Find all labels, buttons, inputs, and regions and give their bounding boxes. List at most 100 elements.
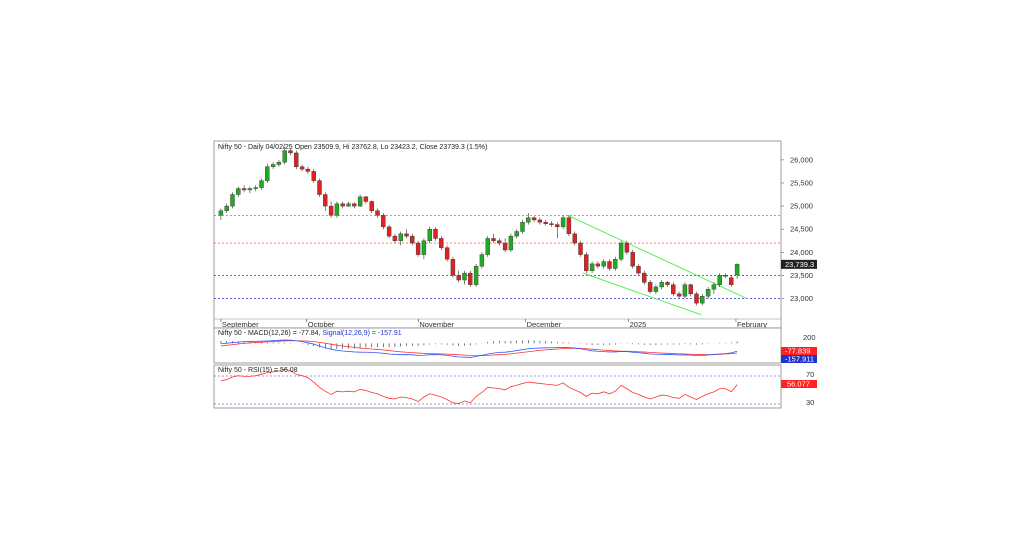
- candle-body: [427, 228, 432, 241]
- candle-body: [502, 242, 508, 251]
- candle-body: [723, 275, 728, 277]
- rsi-ytick-30: 30: [806, 398, 814, 407]
- candle-body: [647, 282, 653, 292]
- rsi-value-text: RSI(15) = 56.08: [248, 367, 298, 374]
- candle-body: [317, 180, 322, 195]
- candle-body: [595, 263, 601, 267]
- candle-body: [711, 284, 717, 290]
- candle-body: [665, 282, 670, 285]
- candle-body: [537, 219, 543, 223]
- signal-value-text: Signal(12,26,9) = -157.91: [322, 330, 401, 337]
- candle-body: [578, 242, 583, 255]
- candle-body: [375, 210, 380, 216]
- candle-body: [729, 277, 734, 285]
- price-ytick-label: 24,000: [790, 248, 813, 257]
- candle-body: [294, 152, 299, 167]
- candle-body: [276, 161, 282, 165]
- candle-body: [259, 180, 264, 188]
- candle-body: [624, 242, 630, 253]
- candle-body: [572, 233, 577, 244]
- candle-body: [363, 196, 369, 202]
- candle-body: [473, 265, 479, 285]
- rsi-value-label: 56.077: [787, 380, 810, 389]
- candle-body: [508, 235, 514, 251]
- candle-body: [357, 196, 363, 207]
- candle-body: [584, 254, 589, 271]
- candle-body: [450, 259, 456, 276]
- candle-body: [468, 272, 473, 285]
- candle-body: [717, 275, 722, 285]
- candle-body: [410, 235, 415, 244]
- candle-body: [642, 272, 647, 283]
- candle-body: [549, 223, 554, 225]
- candle-body: [560, 217, 566, 228]
- candle-body: [479, 254, 485, 267]
- candle-body: [462, 272, 467, 281]
- candle-body: [653, 286, 659, 292]
- candle-body: [705, 289, 711, 297]
- rsi-ytick-70: 70: [806, 370, 814, 379]
- candle-body: [607, 261, 612, 269]
- candle-body: [514, 231, 519, 237]
- candle-body: [671, 284, 676, 295]
- signal-value-label: -157.911: [785, 355, 814, 364]
- candle-body: [282, 150, 287, 163]
- rsi-legend: Nifty 50 - RSI(15) = 56.08: [218, 367, 298, 374]
- candle-body: [381, 215, 386, 228]
- candle-body: [636, 265, 641, 274]
- candle-body: [485, 238, 490, 255]
- candle-body: [491, 238, 496, 241]
- candle-body: [328, 205, 334, 216]
- candle-body: [415, 242, 421, 255]
- candle-body: [555, 224, 560, 228]
- candle-body: [218, 210, 224, 216]
- price-ytick-label: 25,000: [790, 202, 813, 211]
- macd-legend: Nifty 50 - MACD(12,26) = -77.84, Signal(…: [218, 330, 402, 337]
- candle-body: [323, 194, 328, 207]
- candle-body: [369, 201, 374, 211]
- candle-body: [404, 233, 409, 237]
- candle-body: [392, 235, 398, 241]
- price-ytick-label: 25,500: [790, 178, 813, 187]
- candle-body: [688, 284, 693, 295]
- candle-body: [682, 284, 688, 297]
- candle-body: [398, 233, 403, 241]
- candle-body: [421, 240, 427, 255]
- candle-body: [236, 188, 241, 195]
- candle-body: [531, 217, 537, 221]
- candle-body: [305, 168, 311, 172]
- candle-body: [589, 263, 595, 271]
- candle-body: [676, 293, 682, 297]
- candle-body: [346, 203, 351, 207]
- candle-body: [700, 296, 705, 304]
- price-panel: 23,000 23,500 24,000 24,500 25,000 25,500 26,0…: [213, 140, 817, 329]
- macd-panel: Nifty 50 - MACD(12,26) = -77.84, Signal(…: [213, 327, 817, 364]
- candle-body: [601, 261, 606, 267]
- chart: 23,000 23,500 24,000 24,500 25,000 25,500 26,0…: [213, 140, 817, 409]
- rsi-panel-frame: [213, 364, 782, 409]
- candle-body: [526, 217, 531, 223]
- candle-body: [224, 205, 229, 211]
- candle-body: [241, 188, 247, 191]
- candle-body: [334, 203, 340, 216]
- price-ytick-label: 24,500: [790, 225, 813, 234]
- macd-value-text: MACD(12,26) = -77.84,: [248, 330, 321, 337]
- candle-body: [543, 222, 548, 224]
- rsi-panel: Nifty 50 - RSI(15) = 56.08 70 30 56.077: [213, 364, 817, 409]
- macd-ytick: 200: [803, 333, 816, 342]
- macd-title-prefix: Nifty 50 -: [218, 330, 248, 337]
- candle-body: [439, 238, 444, 248]
- candle-body: [456, 275, 461, 281]
- candle-body: [340, 203, 345, 207]
- candle-body: [630, 252, 635, 267]
- candle-body: [566, 217, 572, 235]
- candle-body: [299, 166, 305, 170]
- candle-body: [352, 203, 357, 207]
- last-price-value: 23,739.3: [785, 260, 814, 269]
- candle-body: [734, 264, 740, 276]
- candle-body: [386, 226, 392, 237]
- last-price-label: 23,739.3: [781, 259, 817, 269]
- candle-body: [270, 164, 276, 167]
- candle-body: [618, 242, 624, 260]
- price-ytick-label: 23,500: [790, 271, 813, 280]
